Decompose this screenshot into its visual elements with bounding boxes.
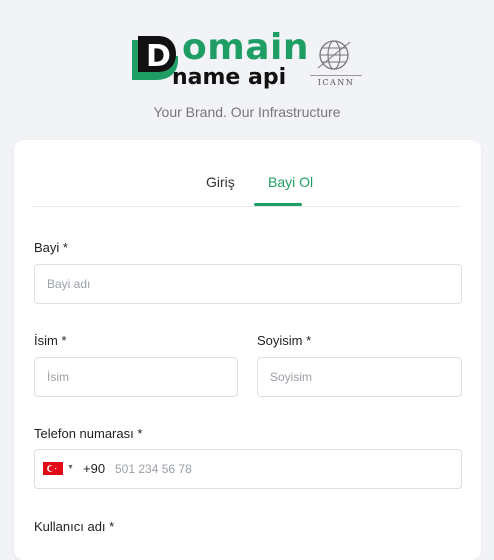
svg-text:D: D [146,39,171,74]
logo-text-name-api: name api [172,65,287,90]
phone-field: ▼ +90 [34,449,462,489]
turkey-flag-icon [43,462,63,475]
globe-icon [317,40,351,70]
dial-code: +90 [83,461,106,476]
phone-input[interactable] [115,456,445,482]
surname-input[interactable] [257,357,462,397]
phone-label: Telefon numarası * [34,426,143,441]
logo-text-omain: omain [182,27,310,68]
username-label: Kullanıcı adı * [34,519,115,534]
reseller-input[interactable] [34,264,462,304]
chevron-down-icon: ▼ [67,464,74,471]
signup-card: Giriş Bayi Ol Bayi * İsim * Soyisim * Te… [14,140,481,560]
active-tab-indicator [254,203,302,206]
country-code-dropdown[interactable]: ▼ [43,462,77,478]
icann-label: ICANN [310,75,362,87]
tab-login[interactable]: Giriş [206,174,235,190]
domain-name-api-logo[interactable]: D omain name api ICANN [130,28,370,98]
header: D omain name api ICANN Your Brand. Our I… [0,0,494,140]
auth-tabs: Giriş Bayi Ol [31,168,461,207]
name-input[interactable] [34,357,238,397]
name-label: İsim * [34,333,67,348]
tab-reseller[interactable]: Bayi Ol [268,174,313,190]
tagline: Your Brand. Our Infrastructure [153,104,341,120]
surname-label: Soyisim * [257,333,312,348]
reseller-label: Bayi * [34,240,68,255]
